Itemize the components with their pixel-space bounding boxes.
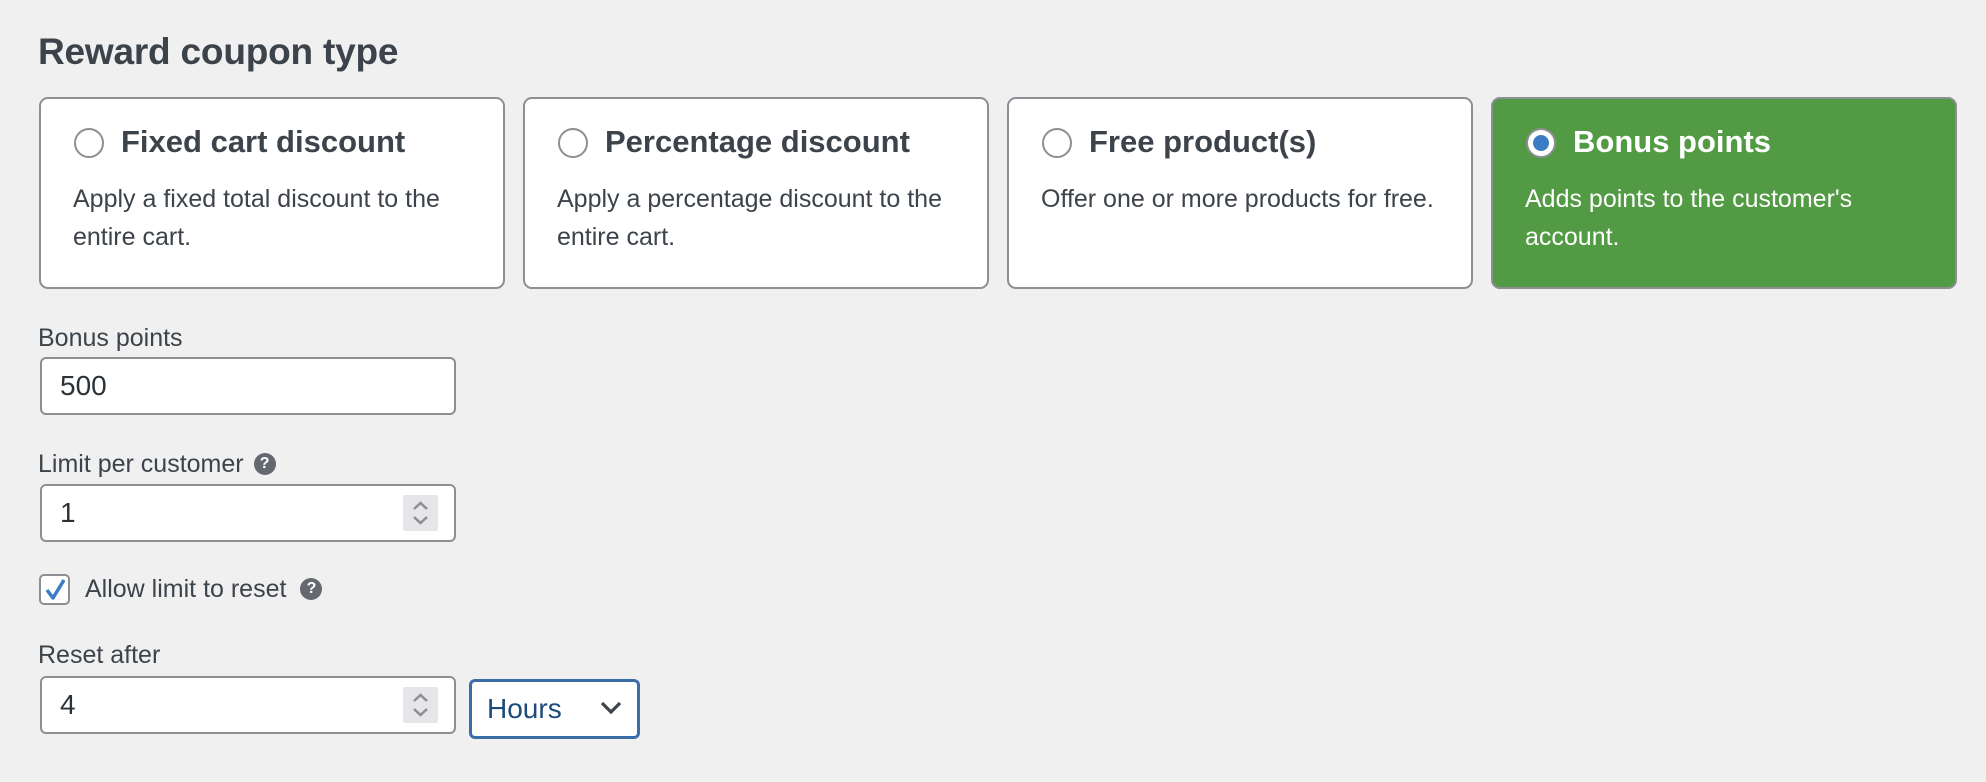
radio-button[interactable] (74, 128, 104, 158)
section-title: Reward coupon type (38, 31, 399, 72)
card-title: Bonus points (1573, 124, 1772, 159)
reset-unit-value: Hours (487, 693, 562, 724)
radio-button[interactable] (558, 128, 588, 158)
bonus-points-value: 500 (60, 370, 107, 401)
help-icon[interactable]: ? (300, 578, 323, 600)
radio-button[interactable] (1042, 128, 1072, 158)
reset-after-input[interactable]: 4 (40, 676, 456, 734)
card-description: Apply a fixed total discount to the enti… (73, 185, 440, 251)
checkmark-icon (45, 579, 66, 600)
card-title: Percentage discount (605, 124, 910, 159)
allow-limit-reset-text: Allow limit to reset (85, 575, 287, 603)
reset-after-value: 4 (60, 689, 76, 720)
coupon-type-card-bonus-points[interactable]: Bonus points Adds points to the customer… (1491, 97, 1957, 289)
chevron-up-down-icon (413, 693, 428, 717)
card-title: Fixed cart discount (121, 124, 406, 159)
limit-per-customer-label: Limit per customer? (38, 448, 276, 480)
number-spinner[interactable] (403, 495, 438, 531)
chevron-down-icon (600, 701, 622, 715)
coupon-type-card-fixed-cart[interactable]: Fixed cart discount Apply a fixed total … (39, 97, 505, 289)
allow-limit-reset-checkbox[interactable] (39, 574, 70, 605)
coupon-type-card-percentage[interactable]: Percentage discount Apply a percentage d… (523, 97, 989, 289)
allow-limit-reset-label: Allow limit to reset? (85, 573, 323, 605)
card-description: Apply a percentage discount to the entir… (557, 185, 942, 251)
radio-button-selected[interactable] (1526, 128, 1556, 158)
reset-after-label: Reset after (38, 641, 161, 669)
number-spinner[interactable] (403, 687, 438, 723)
help-icon[interactable]: ? (253, 453, 276, 475)
reset-unit-select[interactable]: Hours (469, 679, 640, 739)
limit-per-customer-text: Limit per customer (38, 450, 244, 478)
bonus-points-input[interactable]: 500 (40, 357, 456, 415)
card-title: Free product(s) (1089, 124, 1317, 159)
card-description: Offer one or more products for free. (1041, 185, 1434, 213)
reward-coupon-settings: Reward coupon type Fixed cart discount A… (0, 0, 1986, 782)
chevron-up-down-icon (413, 501, 428, 525)
limit-per-customer-value: 1 (60, 497, 76, 528)
radio-dot (1533, 135, 1549, 151)
coupon-type-card-free-product[interactable]: Free product(s) Offer one or more produc… (1007, 97, 1473, 289)
card-description: Adds points to the customer's account. (1525, 185, 1853, 251)
bonus-points-label: Bonus points (38, 324, 183, 352)
limit-per-customer-input[interactable]: 1 (40, 484, 456, 542)
